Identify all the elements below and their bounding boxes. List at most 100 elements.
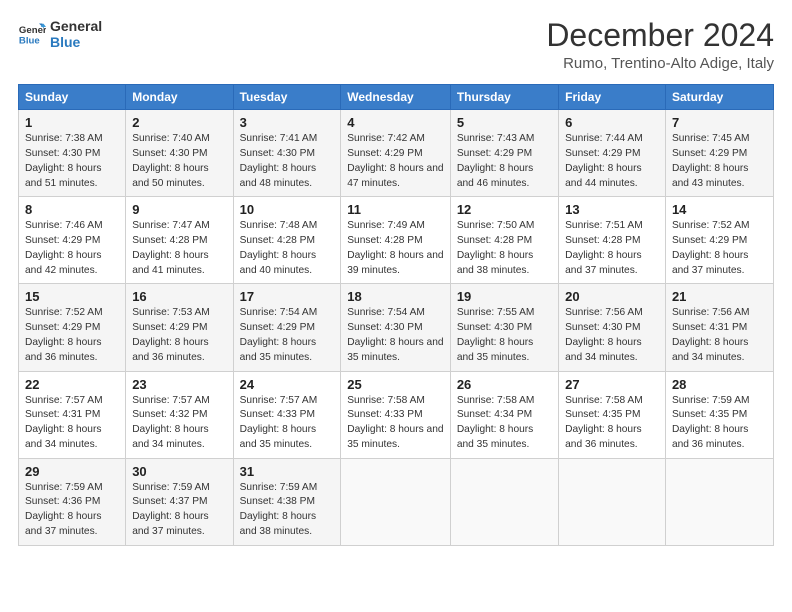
day-detail: Sunrise: 7:56 AMSunset: 4:31 PMDaylight:…	[672, 306, 767, 365]
day-number: 5	[457, 115, 552, 130]
day-number: 13	[565, 202, 659, 217]
calendar-cell: 9 Sunrise: 7:47 AMSunset: 4:28 PMDaylight…	[126, 197, 233, 284]
day-detail: Sunrise: 7:54 AMSunset: 4:29 PMDaylight:…	[240, 306, 335, 365]
week-row-5: 29Sunrise: 7:59 AMSunset: 4:36 PMDayligh…	[19, 458, 774, 545]
calendar-cell	[559, 458, 666, 545]
calendar-cell: 18Sunrise: 7:54 AMSunset: 4:30 PMDayligh…	[341, 284, 451, 371]
title-block: December 2024 Rumo, Trentino-Alto Adige,…	[546, 18, 774, 72]
calendar-cell: 26 Sunrise: 7:58 AMSunset: 4:34 PMDayligh…	[450, 371, 558, 458]
col-header-friday: Friday	[559, 85, 666, 110]
day-detail: Sunrise: 7:43 AMSunset: 4:29 PMDaylight:…	[457, 132, 552, 191]
day-number: 12	[457, 202, 552, 217]
day-number: 14	[672, 202, 767, 217]
day-detail: Sunrise: 7:56 AMSunset: 4:30 PMDaylight:…	[565, 306, 659, 365]
calendar-cell: 23 Sunrise: 7:57 AMSunset: 4:32 PMDayligh…	[126, 371, 233, 458]
col-header-wednesday: Wednesday	[341, 85, 451, 110]
day-number: 7	[672, 115, 767, 130]
calendar-cell	[450, 458, 558, 545]
calendar-cell: 24 Sunrise: 7:57 AMSunset: 4:33 PMDayligh…	[233, 371, 341, 458]
calendar-cell: 6 Sunrise: 7:44 AMSunset: 4:29 PMDaylight…	[559, 110, 666, 197]
day-detail: Sunrise: 7:59 AMSunset: 4:35 PMDaylight:…	[672, 394, 767, 453]
day-detail: Sunrise: 7:49 AMSunset: 4:28 PMDaylight:…	[347, 219, 444, 278]
calendar-cell: 5 Sunrise: 7:43 AMSunset: 4:29 PMDaylight…	[450, 110, 558, 197]
calendar-cell: 10 Sunrise: 7:48 AMSunset: 4:28 PMDayligh…	[233, 197, 341, 284]
calendar-cell: 17 Sunrise: 7:54 AMSunset: 4:29 PMDayligh…	[233, 284, 341, 371]
day-number: 27	[565, 377, 659, 392]
col-header-sunday: Sunday	[19, 85, 126, 110]
day-detail: Sunrise: 7:59 AMSunset: 4:38 PMDaylight:…	[240, 481, 335, 540]
day-detail: Sunrise: 7:54 AMSunset: 4:30 PMDaylight:…	[347, 306, 444, 365]
week-row-3: 15 Sunrise: 7:52 AMSunset: 4:29 PMDayligh…	[19, 284, 774, 371]
day-number: 3	[240, 115, 335, 130]
day-detail: Sunrise: 7:58 AMSunset: 4:33 PMDaylight:…	[347, 394, 444, 453]
location: Rumo, Trentino-Alto Adige, Italy	[546, 55, 774, 72]
calendar-cell: 8Sunrise: 7:46 AMSunset: 4:29 PMDaylight…	[19, 197, 126, 284]
day-number: 2	[132, 115, 226, 130]
day-detail: Sunrise: 7:57 AMSunset: 4:32 PMDaylight:…	[132, 394, 226, 453]
calendar-cell: 31 Sunrise: 7:59 AMSunset: 4:38 PMDayligh…	[233, 458, 341, 545]
day-number: 19	[457, 289, 552, 304]
col-header-tuesday: Tuesday	[233, 85, 341, 110]
day-number: 23	[132, 377, 226, 392]
calendar-cell: 20 Sunrise: 7:56 AMSunset: 4:30 PMDayligh…	[559, 284, 666, 371]
calendar-cell: 2 Sunrise: 7:40 AMSunset: 4:30 PMDaylight…	[126, 110, 233, 197]
logo-text: GeneralBlue	[50, 18, 102, 50]
calendar-cell	[665, 458, 773, 545]
calendar-cell: 16Sunrise: 7:53 AMSunset: 4:29 PMDayligh…	[126, 284, 233, 371]
calendar-cell: 1 Sunrise: 7:38 AMSunset: 4:30 PMDaylight…	[19, 110, 126, 197]
day-detail: Sunrise: 7:40 AMSunset: 4:30 PMDaylight:…	[132, 132, 226, 191]
calendar-cell: 19 Sunrise: 7:55 AMSunset: 4:30 PMDayligh…	[450, 284, 558, 371]
day-detail: Sunrise: 7:57 AMSunset: 4:33 PMDaylight:…	[240, 394, 335, 453]
day-detail: Sunrise: 7:41 AMSunset: 4:30 PMDaylight:…	[240, 132, 335, 191]
day-number: 28	[672, 377, 767, 392]
day-detail: Sunrise: 7:47 AMSunset: 4:28 PMDaylight:…	[132, 219, 226, 278]
day-detail: Sunrise: 7:50 AMSunset: 4:28 PMDaylight:…	[457, 219, 552, 278]
day-detail: Sunrise: 7:59 AMSunset: 4:37 PMDaylight:…	[132, 481, 226, 540]
day-detail: Sunrise: 7:58 AMSunset: 4:34 PMDaylight:…	[457, 394, 552, 453]
day-detail: Sunrise: 7:57 AMSunset: 4:31 PMDaylight:…	[25, 394, 119, 453]
calendar-cell: 15 Sunrise: 7:52 AMSunset: 4:29 PMDayligh…	[19, 284, 126, 371]
day-number: 31	[240, 464, 335, 479]
calendar-cell	[341, 458, 451, 545]
day-number: 8	[25, 202, 119, 217]
col-header-thursday: Thursday	[450, 85, 558, 110]
calendar-cell: 13 Sunrise: 7:51 AMSunset: 4:28 PMDayligh…	[559, 197, 666, 284]
day-detail: Sunrise: 7:59 AMSunset: 4:36 PMDaylight:…	[25, 481, 119, 540]
day-number: 17	[240, 289, 335, 304]
calendar-cell: 7 Sunrise: 7:45 AMSunset: 4:29 PMDaylight…	[665, 110, 773, 197]
day-detail: Sunrise: 7:53 AMSunset: 4:29 PMDaylight:…	[132, 306, 226, 365]
day-number: 15	[25, 289, 119, 304]
calendar-cell: 3 Sunrise: 7:41 AMSunset: 4:30 PMDaylight…	[233, 110, 341, 197]
day-detail: Sunrise: 7:45 AMSunset: 4:29 PMDaylight:…	[672, 132, 767, 191]
day-number: 26	[457, 377, 552, 392]
calendar-cell: 30 Sunrise: 7:59 AMSunset: 4:37 PMDayligh…	[126, 458, 233, 545]
calendar-cell: 4 Sunrise: 7:42 AMSunset: 4:29 PMDaylight…	[341, 110, 451, 197]
day-number: 30	[132, 464, 226, 479]
calendar-cell: 21Sunrise: 7:56 AMSunset: 4:31 PMDayligh…	[665, 284, 773, 371]
day-detail: Sunrise: 7:38 AMSunset: 4:30 PMDaylight:…	[25, 132, 119, 191]
day-detail: Sunrise: 7:58 AMSunset: 4:35 PMDaylight:…	[565, 394, 659, 453]
day-number: 11	[347, 202, 444, 217]
day-number: 20	[565, 289, 659, 304]
day-number: 4	[347, 115, 444, 130]
day-detail: Sunrise: 7:51 AMSunset: 4:28 PMDaylight:…	[565, 219, 659, 278]
week-row-1: 1 Sunrise: 7:38 AMSunset: 4:30 PMDaylight…	[19, 110, 774, 197]
day-detail: Sunrise: 7:55 AMSunset: 4:30 PMDaylight:…	[457, 306, 552, 365]
calendar-cell: 28 Sunrise: 7:59 AMSunset: 4:35 PMDayligh…	[665, 371, 773, 458]
day-number: 1	[25, 115, 119, 130]
day-number: 6	[565, 115, 659, 130]
col-header-monday: Monday	[126, 85, 233, 110]
day-number: 24	[240, 377, 335, 392]
day-number: 22	[25, 377, 119, 392]
day-number: 9	[132, 202, 226, 217]
day-detail: Sunrise: 7:48 AMSunset: 4:28 PMDaylight:…	[240, 219, 335, 278]
day-detail: Sunrise: 7:42 AMSunset: 4:29 PMDaylight:…	[347, 132, 444, 191]
month-title: December 2024	[546, 18, 774, 53]
logo: General Blue GeneralBlue	[18, 18, 102, 50]
calendar-cell: 22 Sunrise: 7:57 AMSunset: 4:31 PMDayligh…	[19, 371, 126, 458]
day-detail: Sunrise: 7:44 AMSunset: 4:29 PMDaylight:…	[565, 132, 659, 191]
day-detail: Sunrise: 7:52 AMSunset: 4:29 PMDaylight:…	[25, 306, 119, 365]
day-number: 10	[240, 202, 335, 217]
calendar-cell: 14Sunrise: 7:52 AMSunset: 4:29 PMDayligh…	[665, 197, 773, 284]
calendar-cell: 27 Sunrise: 7:58 AMSunset: 4:35 PMDayligh…	[559, 371, 666, 458]
